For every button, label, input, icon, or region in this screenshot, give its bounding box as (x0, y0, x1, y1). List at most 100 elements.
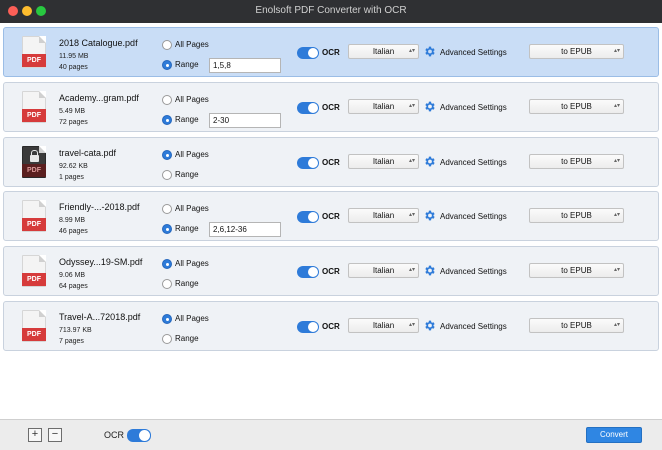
all-pages-option[interactable]: All Pages (162, 258, 209, 270)
ocr-label: OCR (322, 267, 340, 276)
file-row-2[interactable]: PDF Academy...gram.pdf 5.49 MB 72 pages … (3, 82, 659, 132)
gear-icon[interactable] (423, 155, 436, 168)
range-option[interactable]: Range (162, 169, 199, 181)
range-option[interactable]: Range (162, 333, 199, 345)
advanced-settings-label[interactable]: Advanced Settings (440, 158, 507, 167)
range-radio[interactable] (162, 278, 172, 289)
bottom-toolbar: + − OCR Convert (0, 419, 662, 450)
chevron-updown-icon: ▴▾ (613, 48, 620, 54)
range-radio[interactable] (162, 114, 172, 125)
ocr-language-select[interactable]: Italian ▴▾ (348, 99, 419, 114)
file-row-5[interactable]: PDF Odyssey...19-SM.pdf 9.06 MB 64 pages… (3, 246, 659, 296)
chevron-updown-icon: ▴▾ (613, 322, 620, 328)
range-option[interactable]: Range (162, 59, 199, 71)
file-name: Academy...gram.pdf (59, 93, 139, 103)
window-title: Enolsoft PDF Converter with OCR (255, 5, 407, 16)
output-format-select[interactable]: to EPUB ▴▾ (529, 318, 624, 333)
range-label: Range (175, 334, 199, 344)
all-pages-label: All Pages (175, 150, 209, 160)
locked-pdf-file-icon: PDF (22, 146, 46, 178)
range-radio[interactable] (162, 169, 172, 180)
all-pages-label: All Pages (175, 314, 209, 324)
file-name: travel-cata.pdf (59, 148, 117, 158)
range-radio[interactable] (162, 223, 172, 234)
ocr-label: OCR (322, 103, 340, 112)
all-pages-option[interactable]: All Pages (162, 149, 209, 161)
advanced-settings-label[interactable]: Advanced Settings (440, 103, 507, 112)
ocr-language-select[interactable]: Italian ▴▾ (348, 263, 419, 278)
ocr-language-select[interactable]: Italian ▴▾ (348, 318, 419, 333)
chevron-updown-icon: ▴▾ (613, 267, 620, 273)
all-pages-option[interactable]: All Pages (162, 39, 209, 51)
range-label: Range (175, 115, 199, 125)
gear-icon[interactable] (423, 319, 436, 332)
ocr-toggle[interactable] (297, 102, 319, 114)
output-format-select[interactable]: to EPUB ▴▾ (529, 154, 624, 169)
pdf-file-icon: PDF (22, 91, 46, 123)
add-file-button[interactable]: + (28, 428, 42, 442)
pdf-file-icon: PDF (22, 310, 46, 342)
gear-icon[interactable] (423, 209, 436, 222)
ocr-toggle[interactable] (297, 47, 319, 59)
all-pages-option[interactable]: All Pages (162, 313, 209, 325)
file-name: Travel-A...72018.pdf (59, 312, 141, 322)
file-row-4[interactable]: PDF Friendly-...-2018.pdf 8.99 MB 46 pag… (3, 191, 659, 241)
page-range-input[interactable] (209, 58, 281, 73)
all-pages-radio[interactable] (162, 313, 172, 324)
output-format-select[interactable]: to EPUB ▴▾ (529, 44, 624, 59)
file-list: PDF 2018 Catalogue.pdf 11.95 MB 40 pages… (0, 23, 662, 419)
advanced-settings-label[interactable]: Advanced Settings (440, 267, 507, 276)
all-pages-radio[interactable] (162, 149, 172, 160)
file-name: Friendly-...-2018.pdf (59, 202, 140, 212)
all-pages-option[interactable]: All Pages (162, 203, 209, 215)
all-pages-radio[interactable] (162, 203, 172, 214)
all-pages-option[interactable]: All Pages (162, 94, 209, 106)
file-page-count: 1 pages (59, 174, 84, 181)
global-ocr-label: OCR (104, 430, 124, 440)
chevron-updown-icon: ▴▾ (613, 158, 620, 164)
ocr-toggle[interactable] (297, 157, 319, 169)
file-row-6[interactable]: PDF Travel-A...72018.pdf 713.97 KB 7 pag… (3, 301, 659, 351)
range-radio[interactable] (162, 59, 172, 70)
output-format-select[interactable]: to EPUB ▴▾ (529, 263, 624, 278)
gear-icon[interactable] (423, 264, 436, 277)
file-row-1[interactable]: PDF 2018 Catalogue.pdf 11.95 MB 40 pages… (3, 27, 659, 77)
advanced-settings-label[interactable]: Advanced Settings (440, 48, 507, 57)
gear-icon[interactable] (423, 45, 436, 58)
output-format-select[interactable]: to EPUB ▴▾ (529, 208, 624, 223)
convert-button[interactable]: Convert (586, 427, 642, 443)
range-option[interactable]: Range (162, 114, 199, 126)
remove-file-button[interactable]: − (48, 428, 62, 442)
global-ocr-toggle[interactable] (127, 429, 151, 442)
app-window: Enolsoft PDF Converter with OCR PDF 2018… (0, 0, 662, 450)
ocr-toggle[interactable] (297, 211, 319, 223)
file-name: 2018 Catalogue.pdf (59, 38, 138, 48)
advanced-settings-label[interactable]: Advanced Settings (440, 212, 507, 221)
page-range-input[interactable] (209, 113, 281, 128)
all-pages-label: All Pages (175, 259, 209, 269)
file-row-3[interactable]: PDF travel-cata.pdf 92.62 KB 1 pages All… (3, 137, 659, 187)
all-pages-radio[interactable] (162, 258, 172, 269)
gear-icon[interactable] (423, 100, 436, 113)
ocr-toggle[interactable] (297, 321, 319, 333)
file-size: 11.95 MB (59, 53, 89, 60)
advanced-settings-label[interactable]: Advanced Settings (440, 322, 507, 331)
chevron-updown-icon: ▴▾ (408, 322, 415, 328)
all-pages-radio[interactable] (162, 39, 172, 50)
chevron-updown-icon: ▴▾ (613, 212, 620, 218)
range-option[interactable]: Range (162, 223, 199, 235)
ocr-language-select[interactable]: Italian ▴▾ (348, 44, 419, 59)
all-pages-radio[interactable] (162, 94, 172, 105)
range-option[interactable]: Range (162, 278, 199, 290)
ocr-toggle[interactable] (297, 266, 319, 278)
range-radio[interactable] (162, 333, 172, 344)
ocr-language-select[interactable]: Italian ▴▾ (348, 208, 419, 223)
page-range-input[interactable] (209, 222, 281, 237)
range-label: Range (175, 60, 199, 70)
all-pages-label: All Pages (175, 40, 209, 50)
pdf-file-icon: PDF (22, 36, 46, 68)
output-format-select[interactable]: to EPUB ▴▾ (529, 99, 624, 114)
ocr-language-select[interactable]: Italian ▴▾ (348, 154, 419, 169)
ocr-label: OCR (322, 48, 340, 57)
all-pages-label: All Pages (175, 95, 209, 105)
